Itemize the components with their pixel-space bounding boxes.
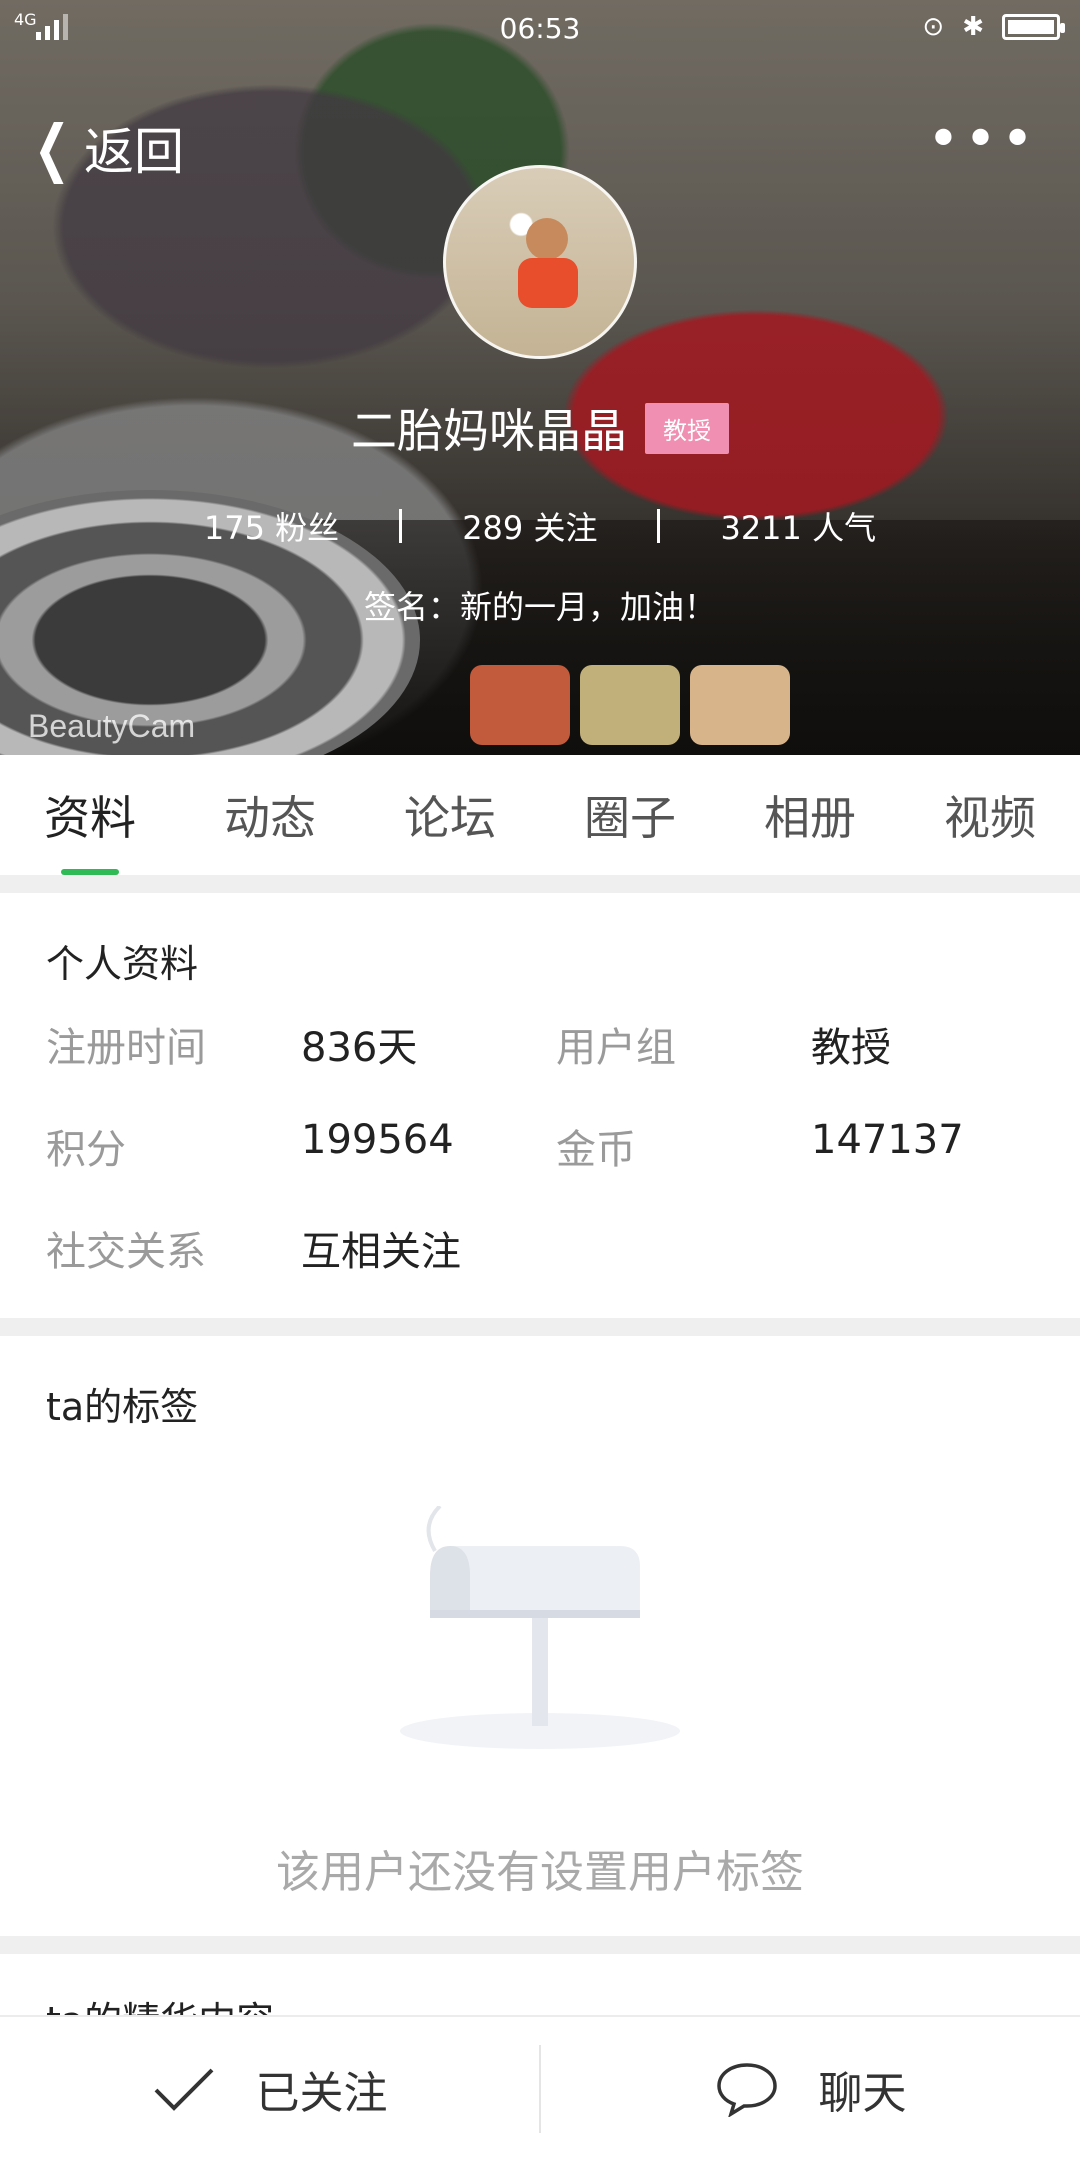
user-name: 二胎妈咪晶晶 — [351, 404, 627, 458]
bluetooth-icon: ✱ — [962, 12, 984, 42]
section-gap — [0, 1936, 1080, 1954]
info-row: 积分 199564 金币 147137 — [46, 1117, 1066, 1175]
back-label: 返回 — [83, 123, 184, 181]
info-label: 用户组 — [556, 1025, 676, 1071]
avatar-figure-body — [518, 258, 578, 308]
info-label: 社交关系 — [46, 1229, 206, 1275]
following-count[interactable]: 289 关注 — [462, 503, 597, 549]
chat-label: 聊天 — [818, 2067, 907, 2119]
section-title: 个人资料 — [46, 942, 199, 986]
popularity-count: 3211 人气 — [720, 509, 877, 547]
info-value: 教授 — [811, 1025, 891, 1071]
tab-forum[interactable]: 论坛 — [360, 755, 540, 875]
info-value: 199564 — [301, 1117, 454, 1163]
user-name-row: 二胎妈咪晶晶 教授 — [0, 395, 1080, 461]
info-label: 积分 — [46, 1127, 126, 1173]
empty-tags-message: 该用户还没有设置用户标签 — [276, 1847, 804, 1898]
cover-dish — [470, 665, 570, 745]
back-button[interactable]: ❮ 返回 — [26, 112, 184, 184]
battery-icon — [1002, 14, 1065, 40]
cover-dish — [580, 665, 680, 745]
status-icons: ⊙ ✱ — [922, 12, 1065, 42]
tab-profile[interactable]: 资料 — [0, 755, 180, 875]
stats-divider — [399, 509, 403, 543]
profile-tabs: 资料 动态 论坛 圈子 相册 视频 — [0, 755, 1080, 875]
followed-label: 已关注 — [255, 2067, 388, 2119]
avatar[interactable] — [443, 165, 637, 359]
info-row: 社交关系 互相关注 — [46, 1219, 556, 1277]
info-value: 147137 — [811, 1117, 964, 1163]
tab-video[interactable]: 视频 — [900, 755, 1080, 875]
personal-info-section: 个人资料 注册时间 836天 用户组 教授 积分 199564 金币 14713… — [0, 893, 1080, 1318]
watermark-text: BeautyCam — [28, 708, 196, 744]
tab-circle[interactable]: 圈子 — [540, 755, 720, 875]
status-time: 06:53 — [499, 12, 581, 45]
tab-activity[interactable]: 动态 — [180, 755, 360, 875]
user-signature: 签名：新的一月，加油！ — [363, 588, 716, 626]
tags-section: ta的标签 该用户还没有设置用户标签 — [0, 1336, 1080, 1936]
info-label: 金币 — [556, 1127, 636, 1173]
chat-bubble-icon — [716, 2062, 777, 2117]
chat-button[interactable]: 聊天 — [541, 2017, 1080, 2160]
section-gap — [0, 875, 1080, 893]
lock-rotation-icon: ⊙ — [922, 12, 945, 42]
info-value: 互相关注 — [301, 1229, 461, 1275]
empty-mailbox-icon — [400, 1506, 680, 1749]
more-button[interactable]: ••• — [927, 112, 1038, 168]
user-group-badge: 教授 — [645, 402, 729, 454]
info-value: 836天 — [301, 1025, 418, 1071]
cover-dish — [690, 665, 790, 745]
avatar-figure-head — [526, 218, 568, 260]
fans-count[interactable]: 175 粉丝 — [204, 503, 339, 549]
status-bar: 4G 06:53 ⊙ ✱ — [0, 0, 1080, 54]
bottom-action-bar: 已关注 聊天 — [0, 2015, 1080, 2160]
info-row: 注册时间 836天 用户组 教授 — [46, 1015, 1066, 1073]
check-icon — [154, 2068, 213, 2111]
section-title: ta的标签 — [46, 1385, 199, 1429]
profile-page: BeautyCam 4G 06:53 ⊙ ✱ ❮ 返回 ••• 二胎妈咪晶晶 教… — [0, 0, 1080, 2160]
chevron-left-icon: ❮ — [33, 111, 71, 184]
user-stats: 175 粉丝 289 关注 3211 人气 — [0, 503, 1080, 549]
tab-album[interactable]: 相册 — [720, 755, 900, 875]
followed-button[interactable]: 已关注 — [0, 2017, 539, 2160]
info-label: 注册时间 — [46, 1025, 206, 1071]
section-gap — [0, 1318, 1080, 1336]
stats-divider — [657, 509, 661, 543]
